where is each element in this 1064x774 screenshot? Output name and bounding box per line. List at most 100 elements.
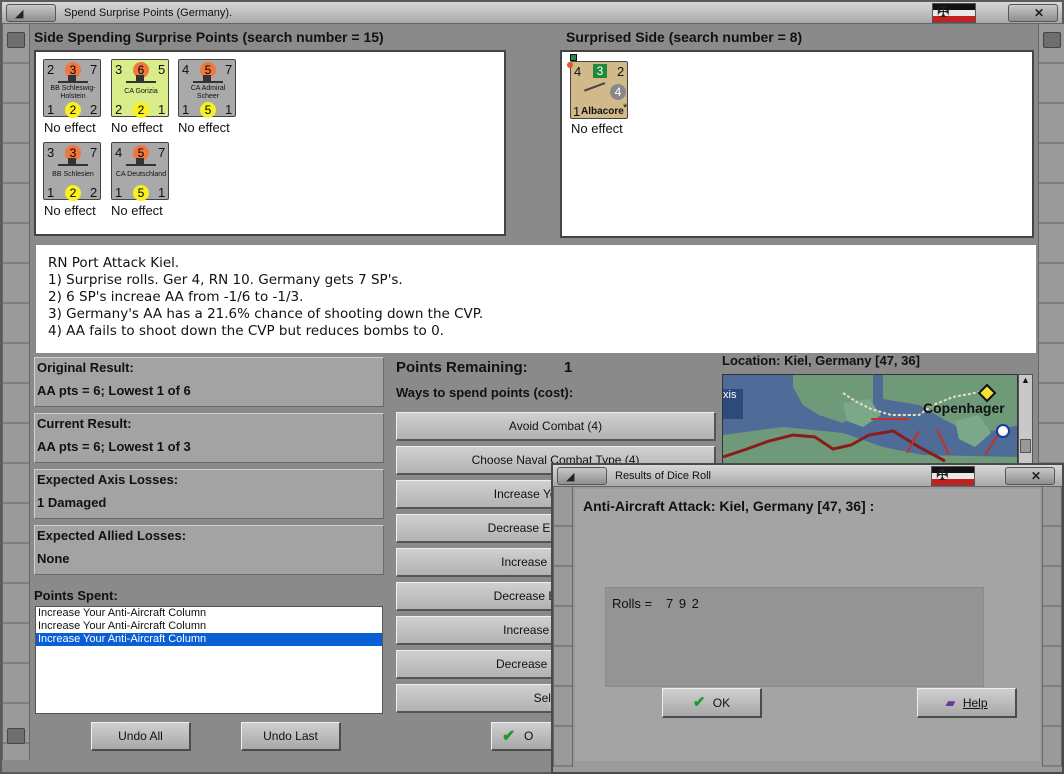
unit-stat: 5 — [158, 62, 166, 77]
summary-line: 4) AA fails to shoot down the CVP but re… — [48, 323, 444, 339]
list-item-selected[interactable]: Increase Your Anti-Aircraft Column — [36, 633, 382, 646]
undo-all-button[interactable]: Undo All — [91, 722, 191, 751]
unit-name: CA Gorizia — [124, 88, 158, 95]
unit-stat: 1 — [115, 185, 123, 200]
scroll-thumb[interactable] — [1020, 439, 1031, 453]
unit-stat: 1 — [158, 185, 166, 200]
undo-last-button[interactable]: Undo Last — [241, 722, 341, 751]
help-label: Help — [962, 696, 988, 710]
points-spent-list[interactable]: Increase Your Anti-Aircraft Column Incre… — [35, 606, 383, 714]
unit-stat: 2 — [617, 64, 625, 79]
location-map[interactable]: xis Copenhager — [722, 374, 1018, 466]
window-corner-icon: ◢ — [566, 471, 575, 483]
list-item[interactable]: Increase Your Anti-Aircraft Column — [36, 607, 382, 620]
close-dialog-button[interactable]: ✕ — [1005, 467, 1055, 485]
cruiser-icon — [193, 75, 223, 83]
window-corner-icon: ◢ — [15, 8, 24, 20]
axis-losses-box: Expected Axis Losses: 1 Damaged — [34, 469, 384, 519]
summary-line: 3) Germany's AA has a 21.6% chance of sh… — [48, 306, 484, 322]
unit-stat-circle: 2 — [133, 102, 149, 118]
points-spent-label: Points Spent: — [34, 588, 118, 603]
rail-knob-icon — [1043, 32, 1061, 48]
surprised-units-panel: 4 3 2 4 1 Albacore * No effect — [560, 50, 1034, 238]
unit-stat: 1 — [573, 104, 581, 119]
unit-stat: 2 — [90, 185, 98, 200]
unit-stat: 2 — [115, 102, 123, 117]
cruiser-icon — [126, 75, 156, 83]
summary-line: 2) 6 SP's increae AA from -1/6 to -1/3. — [48, 289, 304, 305]
unit-stat: 1 — [182, 102, 190, 117]
title-bar[interactable]: ◢ Spend Surprise Points (Germany). ✕ — [2, 2, 1062, 24]
dice-dialog-body: Anti-Aircraft Attack: Kiel, Germany [47,… — [575, 489, 1040, 761]
map-graphic — [723, 375, 1017, 465]
help-book-icon: ▰ — [945, 695, 956, 710]
unit-result: No effect — [571, 121, 623, 136]
unit-counter-deutschland[interactable]: 4 5 7 CA Deutschland 1 5 1 — [111, 142, 169, 201]
battleship-icon — [58, 158, 88, 166]
axis-losses-label: Expected Axis Losses: — [37, 472, 179, 487]
unit-stat: 4 — [115, 145, 123, 160]
left-frame-rail — [2, 24, 30, 760]
unit-stat: 3 — [115, 62, 123, 77]
close-window-button[interactable]: ✕ — [1008, 4, 1058, 22]
original-result-value: AA pts = 6; Lowest 1 of 6 — [37, 383, 191, 398]
dialog-right-rail — [1042, 487, 1062, 767]
dice-heading: Anti-Aircraft Attack: Kiel, Germany [47,… — [583, 498, 875, 514]
unit-counter-admiral-scheer[interactable]: 4 5 7 CA Admiral Scheer 1 5 1 — [178, 59, 236, 118]
german-flag-icon — [932, 3, 976, 23]
dice-help-button[interactable]: ▰ Help — [917, 688, 1017, 718]
axis-losses-value: 1 Damaged — [37, 495, 107, 510]
allied-losses-label: Expected Allied Losses: — [37, 528, 187, 543]
unit-counter-albacore[interactable]: 4 3 2 4 1 Albacore * — [567, 61, 628, 119]
unit-star: * — [623, 102, 628, 114]
unit-counter-schleswig-holstein[interactable]: 2 3 7 BB Schleswig- Holstein 1 2 2 — [43, 59, 101, 118]
german-flag-icon — [931, 466, 975, 486]
unit-stat-circle: 5 — [200, 102, 216, 118]
unit-stat: 4 — [574, 64, 582, 79]
combat-summary: RN Port Attack Kiel. 1) Surprise rolls. … — [35, 244, 1037, 354]
unit-counter-schlesien[interactable]: 3 3 7 BB Schlesien 1 2 2 — [43, 142, 101, 201]
scroll-up-icon[interactable]: ▲ — [1021, 375, 1030, 385]
unit-result: No effect — [178, 120, 230, 135]
checkmark-icon: ✔ — [692, 694, 706, 711]
unit-stat-circle: 2 — [65, 102, 81, 118]
dice-ok-button[interactable]: ✔ OK — [662, 688, 762, 718]
unit-name: Albacore — [581, 106, 624, 117]
original-result-box: Original Result: AA pts = 6; Lowest 1 of… — [34, 357, 384, 407]
list-item[interactable]: Increase Your Anti-Aircraft Column — [36, 620, 382, 633]
location-label: Location: Kiel, Germany [47, 36] — [722, 353, 920, 368]
map-vertical-scrollbar[interactable]: ▲ — [1018, 374, 1033, 466]
unit-result: No effect — [111, 120, 163, 135]
close-icon: ✕ — [1033, 6, 1045, 20]
dialog-menu-button[interactable]: ◢ — [557, 467, 607, 485]
rail-knob-icon — [7, 728, 25, 744]
unit-counter-gorizia[interactable]: 3 6 5 CA Gorizia 2 2 1 — [111, 59, 169, 118]
unit-stat-box: 3 — [593, 64, 607, 78]
unit-stat: 7 — [225, 62, 233, 77]
map-city-label: Copenhager — [923, 400, 1005, 416]
current-result-box: Current Result: AA pts = 6; Lowest 1 of … — [34, 413, 384, 463]
unit-stat: 2 — [90, 102, 98, 117]
dice-dialog-title: Results of Dice Roll — [615, 470, 711, 482]
surprised-side-label: Surprised Side (search number = 8) — [566, 29, 803, 45]
dice-dialog-title-bar[interactable]: ◢ Results of Dice Roll ✕ — [553, 465, 1062, 487]
unit-marker-icon — [570, 54, 577, 61]
checkmark-icon: ✔ — [502, 728, 516, 745]
summary-line: RN Port Attack Kiel. — [48, 255, 180, 271]
ok-label: OK — [712, 696, 731, 710]
window-menu-button[interactable]: ◢ — [6, 4, 56, 22]
dialog-left-rail — [553, 487, 573, 767]
dice-results-dialog: ◢ Results of Dice Roll ✕ Anti-Aircraft A… — [551, 463, 1064, 774]
window-title: Spend Surprise Points (Germany). — [64, 7, 233, 19]
current-result-value: AA pts = 6; Lowest 1 of 3 — [37, 439, 191, 454]
unit-stat-circle: 5 — [133, 185, 149, 201]
unit-stat: 1 — [158, 102, 166, 117]
allied-losses-value: None — [37, 551, 70, 566]
summary-line: 1) Surprise rolls. Ger 4, RN 10. Germany… — [48, 272, 403, 288]
avoid-combat-button[interactable]: Avoid Combat (4) — [396, 412, 716, 441]
unit-name: CA Admiral Scheer — [190, 85, 226, 100]
unit-stat: 7 — [90, 62, 98, 77]
unit-stat: 3 — [47, 145, 55, 160]
unit-stat: 1 — [47, 185, 55, 200]
spending-units-panel: 2 3 7 BB Schleswig- Holstein 1 2 2 No eff… — [34, 50, 506, 236]
